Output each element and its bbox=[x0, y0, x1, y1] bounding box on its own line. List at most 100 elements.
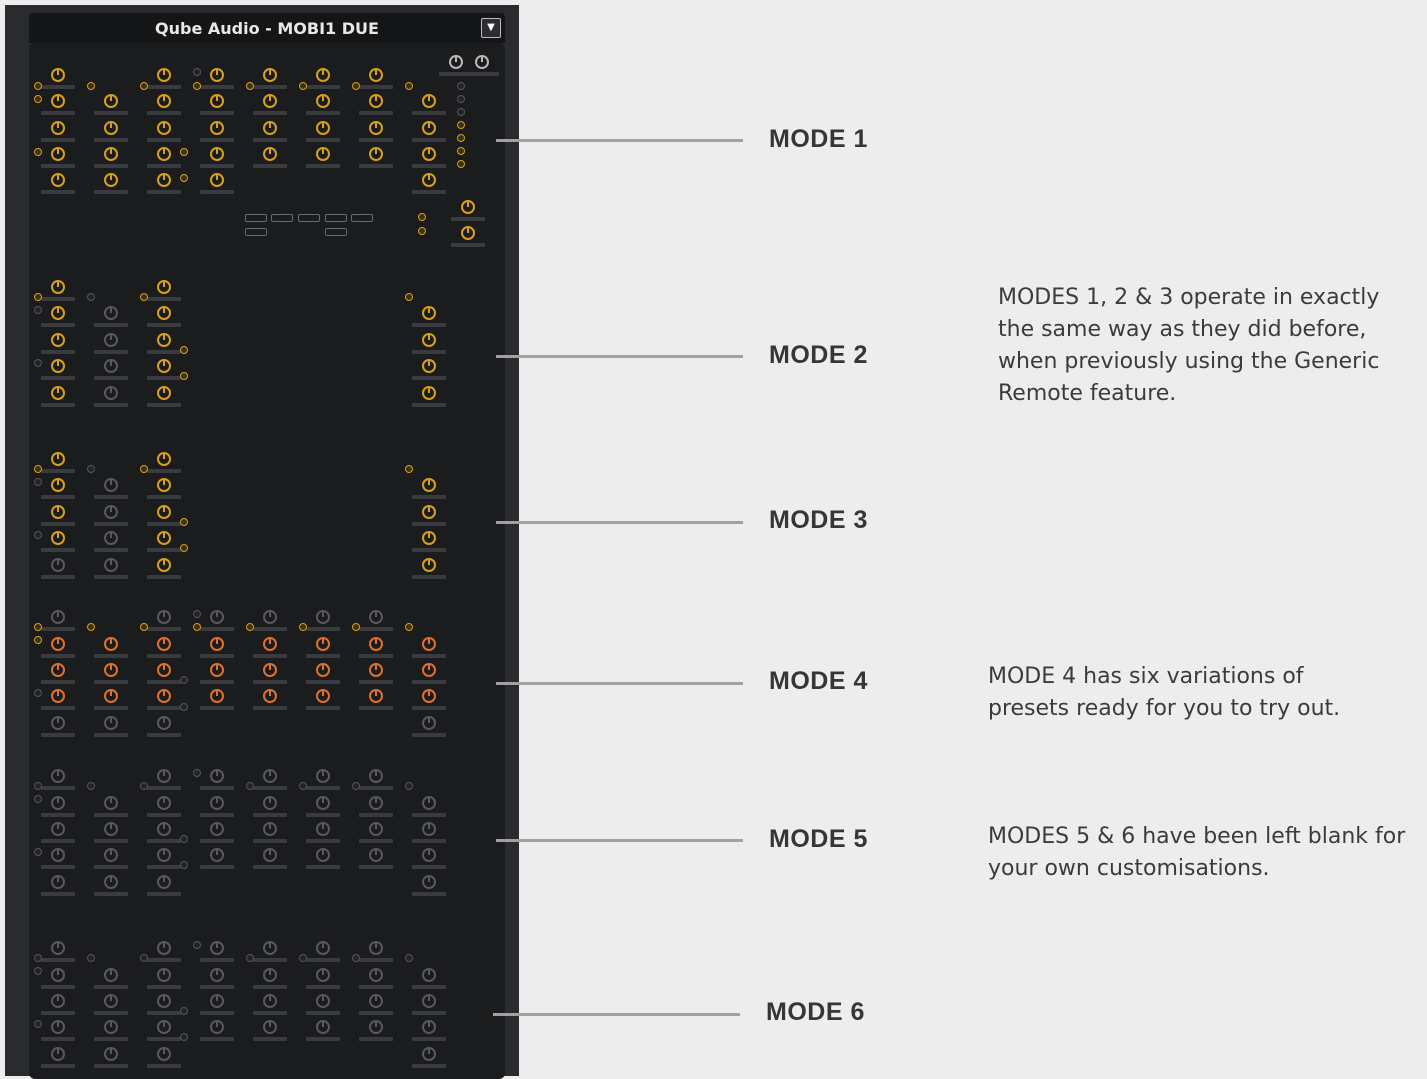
mode-5-button[interactable] bbox=[34, 795, 42, 803]
mode-1-button[interactable] bbox=[34, 82, 42, 90]
mode-5-knob[interactable] bbox=[157, 822, 171, 836]
mode-3-knob[interactable] bbox=[51, 558, 65, 572]
mode-6-knob[interactable] bbox=[51, 994, 65, 1008]
mode-6-knob[interactable] bbox=[157, 1047, 171, 1061]
mode-6-knob[interactable] bbox=[263, 1020, 277, 1034]
mode-6-knob[interactable] bbox=[157, 994, 171, 1008]
mode-2-knob[interactable] bbox=[422, 306, 436, 320]
mode-3-knob[interactable] bbox=[422, 478, 436, 492]
mode-1-knob[interactable] bbox=[210, 94, 224, 108]
mode-5-button[interactable] bbox=[299, 782, 307, 790]
mode-3-knob[interactable] bbox=[157, 452, 171, 466]
mode-4-knob[interactable] bbox=[263, 689, 277, 703]
mode-6-button[interactable] bbox=[193, 941, 201, 949]
mode-3-knob[interactable] bbox=[422, 531, 436, 545]
mode-6-knob[interactable] bbox=[210, 968, 224, 982]
mode-6-knob[interactable] bbox=[263, 941, 277, 955]
mode-6-button[interactable] bbox=[180, 1007, 188, 1015]
mode-4-knob[interactable] bbox=[316, 610, 330, 624]
mode-1-button[interactable] bbox=[457, 160, 465, 168]
mode-4-knob[interactable] bbox=[316, 637, 330, 651]
mode-1-button[interactable] bbox=[193, 68, 201, 76]
mode-4-knob[interactable] bbox=[104, 637, 118, 651]
mode-6-knob[interactable] bbox=[422, 1020, 436, 1034]
mode-1-button[interactable] bbox=[193, 82, 201, 90]
mode-1-button[interactable] bbox=[457, 134, 465, 142]
mode-1-knob[interactable] bbox=[263, 121, 277, 135]
mode-1-knob[interactable] bbox=[104, 147, 118, 161]
mode-2-button[interactable] bbox=[34, 359, 42, 367]
mode-6-knob[interactable] bbox=[51, 968, 65, 982]
mode-2-knob[interactable] bbox=[104, 386, 118, 400]
mode-3-knob[interactable] bbox=[157, 558, 171, 572]
mode-6-knob[interactable] bbox=[51, 1047, 65, 1061]
mode-1-knob[interactable] bbox=[104, 94, 118, 108]
mode-5-knob[interactable] bbox=[263, 822, 277, 836]
mode-5-knob[interactable] bbox=[316, 822, 330, 836]
mode-5-knob[interactable] bbox=[51, 769, 65, 783]
mode-5-knob[interactable] bbox=[157, 769, 171, 783]
panel-menu-button[interactable]: ▼ bbox=[481, 18, 501, 38]
mode-5-knob[interactable] bbox=[316, 796, 330, 810]
mode-1-knob[interactable] bbox=[51, 173, 65, 187]
mode-5-knob[interactable] bbox=[263, 769, 277, 783]
mode-1-knob[interactable] bbox=[369, 121, 383, 135]
mode-4-button[interactable] bbox=[246, 623, 254, 631]
mode-4-knob[interactable] bbox=[422, 689, 436, 703]
mode-4-knob[interactable] bbox=[263, 610, 277, 624]
mode-6-knob[interactable] bbox=[157, 1020, 171, 1034]
mode-5-knob[interactable] bbox=[210, 822, 224, 836]
mode-2-knob[interactable] bbox=[51, 386, 65, 400]
mode-6-button[interactable] bbox=[405, 954, 413, 962]
mode-6-knob[interactable] bbox=[422, 968, 436, 982]
mode-6-button[interactable] bbox=[140, 954, 148, 962]
mode-1-switch[interactable] bbox=[245, 214, 267, 222]
mode-5-knob[interactable] bbox=[104, 796, 118, 810]
mode-5-knob[interactable] bbox=[210, 848, 224, 862]
mode-6-button[interactable] bbox=[87, 954, 95, 962]
mode-1-knob[interactable] bbox=[51, 94, 65, 108]
mode-1-button[interactable] bbox=[405, 82, 413, 90]
mode-1-switch[interactable] bbox=[271, 214, 293, 222]
mode-1-knob[interactable] bbox=[422, 94, 436, 108]
mode-1-button[interactable] bbox=[246, 82, 254, 90]
mode-4-button[interactable] bbox=[87, 623, 95, 631]
mode-4-knob[interactable] bbox=[210, 663, 224, 677]
mode-2-knob[interactable] bbox=[422, 359, 436, 373]
mode-3-button[interactable] bbox=[140, 465, 148, 473]
mode-2-knob[interactable] bbox=[51, 306, 65, 320]
mode-3-knob[interactable] bbox=[51, 531, 65, 545]
mode-1-button[interactable] bbox=[457, 147, 465, 155]
mode-5-knob[interactable] bbox=[369, 796, 383, 810]
mode-4-knob[interactable] bbox=[422, 716, 436, 730]
mode-3-knob[interactable] bbox=[51, 452, 65, 466]
mode-1-button[interactable] bbox=[457, 121, 465, 129]
mode-5-button[interactable] bbox=[180, 835, 188, 843]
mode-5-knob[interactable] bbox=[104, 875, 118, 889]
mode-6-knob[interactable] bbox=[157, 941, 171, 955]
mode-6-knob[interactable] bbox=[422, 1047, 436, 1061]
mode-5-knob[interactable] bbox=[210, 796, 224, 810]
mode-4-knob[interactable] bbox=[157, 610, 171, 624]
mode-1-knob[interactable] bbox=[104, 173, 118, 187]
mode-1-switch[interactable] bbox=[298, 214, 320, 222]
mode-1-knob[interactable] bbox=[210, 173, 224, 187]
mode-1-button[interactable] bbox=[180, 174, 188, 182]
mode-1-knob[interactable] bbox=[316, 94, 330, 108]
mode-6-knob[interactable] bbox=[263, 968, 277, 982]
mode-4-knob[interactable] bbox=[210, 610, 224, 624]
mode-3-knob[interactable] bbox=[104, 478, 118, 492]
mode-6-knob[interactable] bbox=[104, 1047, 118, 1061]
mode-6-knob[interactable] bbox=[210, 994, 224, 1008]
mode-5-knob[interactable] bbox=[369, 822, 383, 836]
mode-5-button[interactable] bbox=[140, 782, 148, 790]
mode-4-knob[interactable] bbox=[157, 689, 171, 703]
mode-1-button[interactable] bbox=[87, 82, 95, 90]
mode-2-button[interactable] bbox=[87, 293, 95, 301]
mode-4-knob[interactable] bbox=[210, 689, 224, 703]
mode-3-button[interactable] bbox=[87, 465, 95, 473]
mode-5-button[interactable] bbox=[246, 782, 254, 790]
mode-1-button[interactable] bbox=[180, 148, 188, 156]
mode-3-knob[interactable] bbox=[157, 505, 171, 519]
mode-5-knob[interactable] bbox=[51, 796, 65, 810]
